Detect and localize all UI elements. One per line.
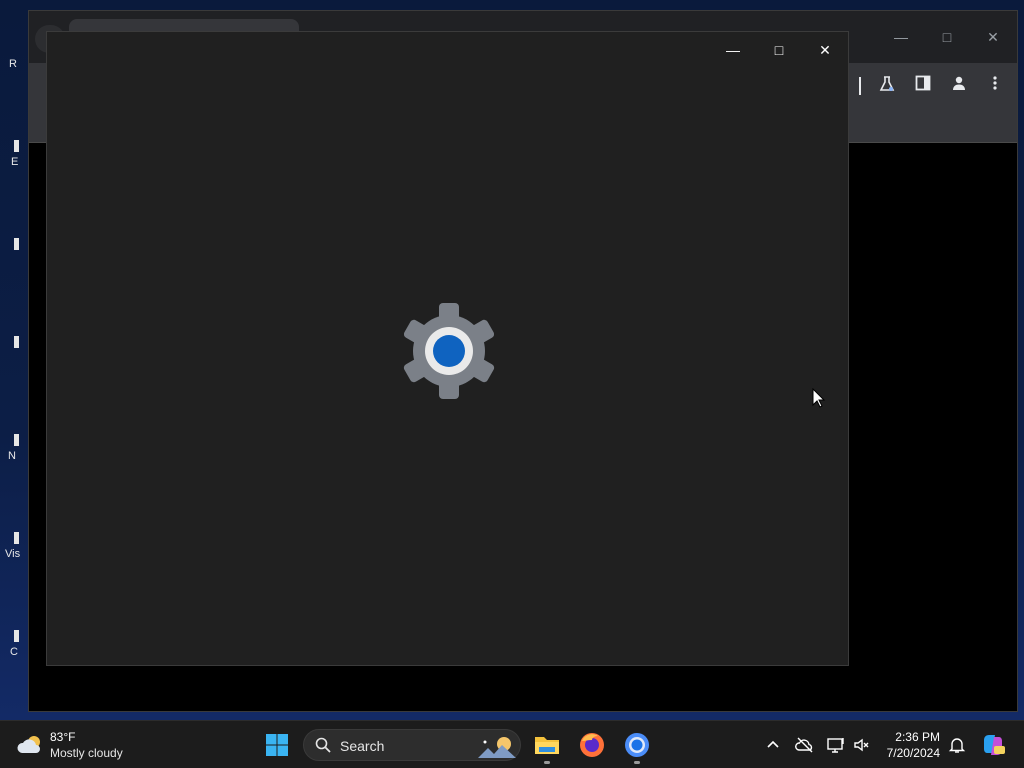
taskbar-search[interactable]: Search [303,729,521,761]
settings-window: — □ ✕ [46,31,849,666]
windows-start-icon[interactable] [265,733,289,757]
cloud-icon [16,733,44,757]
weather-temperature: 83°F [50,730,76,744]
notification-bell-icon[interactable] [947,735,967,755]
desktop-shortcut[interactable] [4,232,26,272]
display-network-icon[interactable] [826,735,846,755]
close-icon[interactable]: ✕ [810,40,840,60]
weather-condition: Mostly cloudy [50,746,123,760]
more-menu-icon[interactable] [985,75,1005,95]
maximize-icon[interactable]: □ [939,29,955,45]
mouse-cursor-icon [812,387,826,408]
minimize-icon[interactable]: — [893,29,909,45]
search-icon [315,737,331,753]
maximize-icon[interactable]: □ [764,40,794,60]
search-placeholder: Search [340,738,385,754]
labs-flask-icon[interactable] [877,75,897,95]
desktop-shortcut[interactable]: N [4,428,26,468]
toolbar-divider [859,77,861,95]
chrome-icon[interactable] [623,731,651,759]
chevron-up-icon[interactable] [763,735,783,755]
profile-icon[interactable] [949,75,969,95]
desktop-shortcut[interactable] [4,330,26,370]
close-icon[interactable]: ✕ [985,29,1001,45]
firefox-icon[interactable] [578,731,606,759]
desktop-shortcut[interactable]: Vis [4,526,26,566]
side-panel-icon[interactable] [913,75,933,95]
clock-date[interactable]: 7/20/2024 [870,746,940,760]
minimize-icon[interactable]: — [718,40,748,60]
file-explorer-icon[interactable] [533,731,561,759]
desktop-shortcut[interactable]: E [4,134,26,174]
taskbar: 83°F Mostly cloudy Search 2:36 PM 7/20/2… [0,720,1024,768]
desktop-shortcut[interactable]: R [4,50,26,90]
search-highlight-icon [476,734,518,758]
volume-muted-icon[interactable] [852,735,872,755]
clock-time[interactable]: 2:36 PM [884,730,940,744]
onedrive-offline-icon[interactable] [795,735,815,755]
gear-icon [399,301,499,401]
copilot-icon[interactable] [980,732,1006,758]
desktop-shortcut[interactable]: C [4,624,26,664]
